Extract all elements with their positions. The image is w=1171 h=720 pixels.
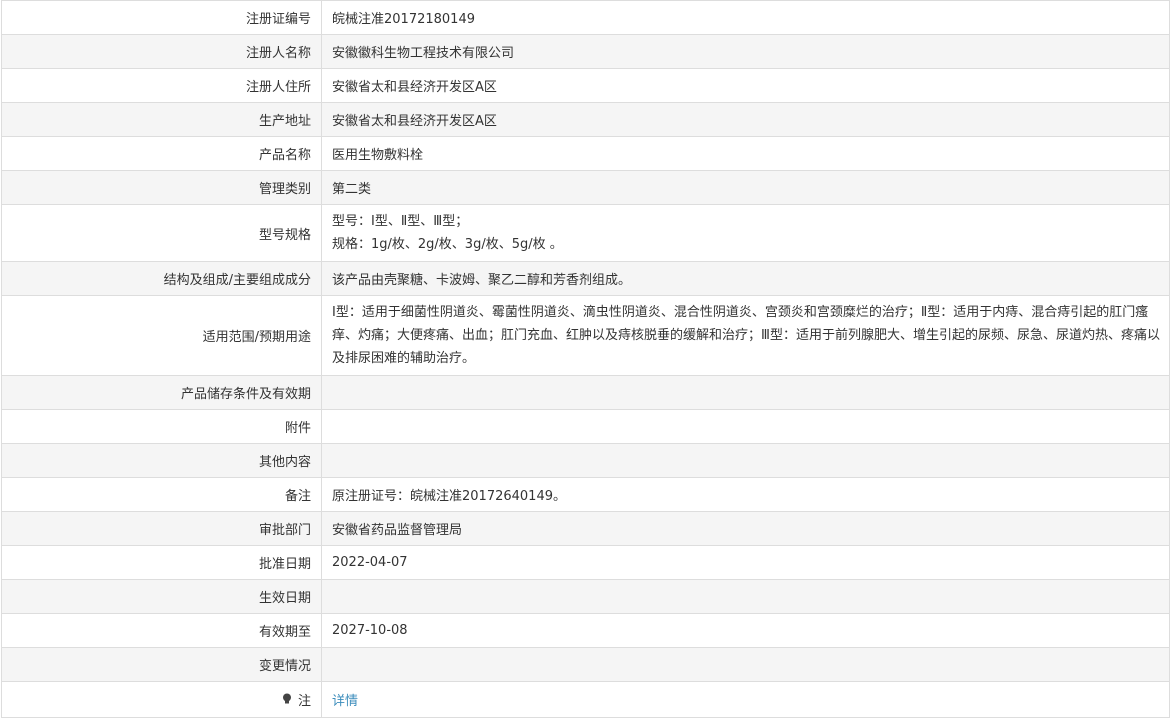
spec-line: 规格：1g/枚、2g/枚、3g/枚、5g/枚 。	[332, 237, 563, 252]
table-row: 管理类别 第二类	[1, 170, 1170, 205]
field-value: 原注册证号：皖械注准20172640149。	[321, 477, 1170, 512]
table-row: 有效期至 2027-10-08	[1, 613, 1170, 648]
table-row: 生产地址 安徽省太和县经济开发区A区	[1, 102, 1170, 137]
field-label: 结构及组成/主要组成成分	[1, 261, 322, 296]
field-label: 有效期至	[1, 613, 322, 648]
field-label: 生产地址	[1, 102, 322, 137]
field-label: 其他内容	[1, 443, 322, 478]
field-label: 注册人名称	[1, 34, 322, 69]
field-label: 注册证编号	[1, 0, 322, 35]
field-value: 详情	[321, 681, 1170, 718]
field-label: 型号规格	[1, 204, 322, 262]
table-row: 附件	[1, 409, 1170, 444]
field-value: 型号：Ⅰ型、Ⅱ型、Ⅲ型； 规格：1g/枚、2g/枚、3g/枚、5g/枚 。	[321, 204, 1170, 262]
field-label: 附件	[1, 409, 322, 444]
table-row: 产品储存条件及有效期	[1, 375, 1170, 410]
table-row: 结构及组成/主要组成成分 该产品由壳聚糖、卡波姆、聚乙二醇和芳香剂组成。	[1, 261, 1170, 296]
field-value: 安徽省药品监督管理局	[321, 511, 1170, 546]
table-row: 其他内容	[1, 443, 1170, 478]
table-row: 批准日期 2022-04-07	[1, 545, 1170, 580]
table-row: 注册人名称 安徽徽科生物工程技术有限公司	[1, 34, 1170, 69]
table-row: 生效日期	[1, 579, 1170, 614]
field-value: 安徽徽科生物工程技术有限公司	[321, 34, 1170, 69]
field-label: 注册人住所	[1, 68, 322, 103]
field-label: 适用范围/预期用途	[1, 295, 322, 376]
table-row: 注册证编号 皖械注准20172180149	[1, 0, 1170, 35]
field-label: 注	[1, 681, 322, 718]
table-row: 适用范围/预期用途 I型：适用于细菌性阴道炎、霉菌性阴道炎、滴虫性阴道炎、混合性…	[1, 295, 1170, 376]
field-value: 该产品由壳聚糖、卡波姆、聚乙二醇和芳香剂组成。	[321, 261, 1170, 296]
field-label: 生效日期	[1, 579, 322, 614]
lightbulb-icon	[282, 693, 296, 708]
field-value	[321, 647, 1170, 682]
field-value: 2022-04-07	[321, 545, 1170, 580]
field-label: 变更情况	[1, 647, 322, 682]
field-value: 2027-10-08	[321, 613, 1170, 648]
field-value	[321, 409, 1170, 444]
field-value: 皖械注准20172180149	[321, 0, 1170, 35]
field-label: 产品储存条件及有效期	[1, 375, 322, 410]
spec-line: 型号：Ⅰ型、Ⅱ型、Ⅲ型；	[332, 214, 469, 229]
registration-table: 注册证编号 皖械注准20172180149 注册人名称 安徽徽科生物工程技术有限…	[1, 0, 1170, 718]
field-value: I型：适用于细菌性阴道炎、霉菌性阴道炎、滴虫性阴道炎、混合性阴道炎、宫颈炎和宫颈…	[321, 295, 1170, 376]
field-value: 安徽省太和县经济开发区A区	[321, 68, 1170, 103]
table-row: 型号规格 型号：Ⅰ型、Ⅱ型、Ⅲ型； 规格：1g/枚、2g/枚、3g/枚、5g/枚…	[1, 204, 1170, 262]
field-value: 安徽省太和县经济开发区A区	[321, 102, 1170, 137]
field-value	[321, 375, 1170, 410]
field-value	[321, 443, 1170, 478]
field-label: 审批部门	[1, 511, 322, 546]
field-label: 管理类别	[1, 170, 322, 205]
table-row: 注册人住所 安徽省太和县经济开发区A区	[1, 68, 1170, 103]
table-row: 备注 原注册证号：皖械注准20172640149。	[1, 477, 1170, 512]
field-label: 产品名称	[1, 136, 322, 171]
field-label: 备注	[1, 477, 322, 512]
table-row: 变更情况	[1, 647, 1170, 682]
field-value: 医用生物敷料栓	[321, 136, 1170, 171]
details-link[interactable]: 详情	[332, 694, 358, 709]
field-value: 第二类	[321, 170, 1170, 205]
field-value	[321, 579, 1170, 614]
field-label: 批准日期	[1, 545, 322, 580]
table-row: 审批部门 安徽省药品监督管理局	[1, 511, 1170, 546]
note-label: 注	[297, 694, 311, 709]
table-row: 注 详情	[1, 681, 1170, 718]
table-row: 产品名称 医用生物敷料栓	[1, 136, 1170, 171]
